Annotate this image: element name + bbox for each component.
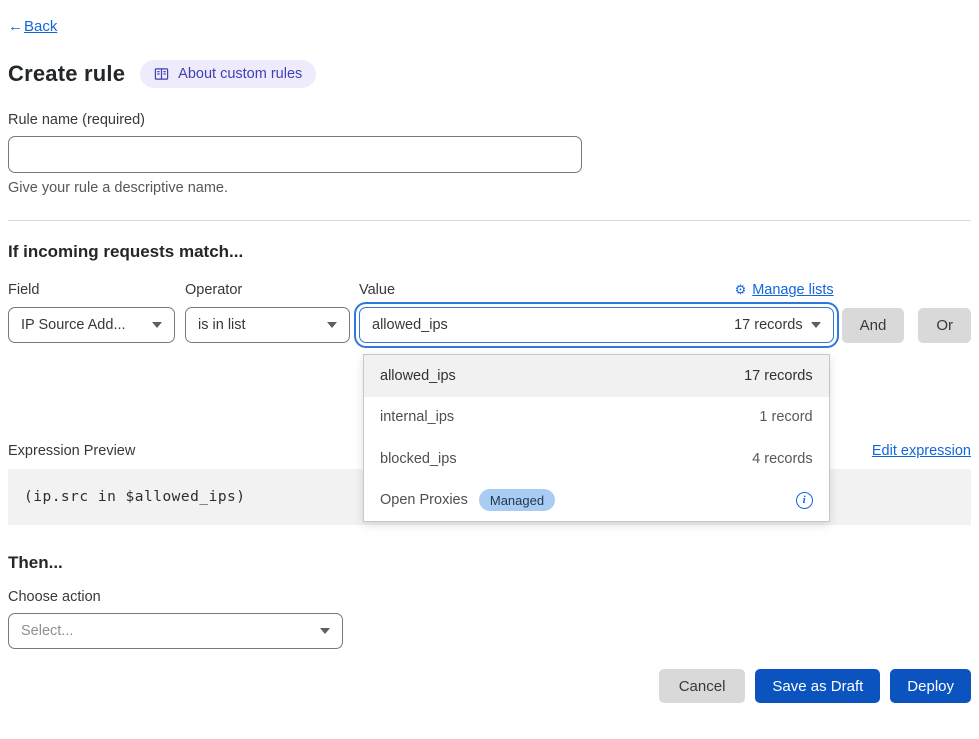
back-link[interactable]: ←Back: [8, 18, 57, 35]
value-select-meta: 17 records: [734, 317, 803, 333]
list-option-meta: 4 records: [752, 451, 812, 467]
match-row: Field IP Source Add... Operator is in li…: [8, 282, 971, 343]
manage-lists-label: Manage lists: [752, 282, 833, 298]
list-option-open-proxies[interactable]: Open Proxies Managed i: [364, 480, 829, 522]
about-badge-label: About custom rules: [178, 66, 302, 82]
value-label-row: Value ⚙ Manage lists: [359, 282, 834, 298]
save-as-draft-button[interactable]: Save as Draft: [755, 669, 880, 703]
edit-expression-link[interactable]: Edit expression: [872, 443, 971, 459]
section-divider: [8, 220, 971, 221]
expression-preview-label: Expression Preview: [8, 443, 135, 459]
gear-icon: ⚙: [735, 282, 747, 298]
list-option-name: blocked_ips: [380, 451, 457, 467]
back-label: Back: [24, 18, 57, 35]
list-dropdown-menu: allowed_ips 17 records internal_ips 1 re…: [363, 354, 830, 522]
choose-action-label: Choose action: [8, 589, 971, 605]
value-label: Value: [359, 282, 395, 298]
list-option-blocked-ips[interactable]: blocked_ips 4 records: [364, 438, 829, 480]
list-option-name: allowed_ips: [380, 368, 456, 384]
action-select-placeholder: Select...: [21, 623, 73, 639]
list-option-name: Open Proxies: [380, 492, 468, 508]
list-option-name: internal_ips: [380, 409, 454, 425]
chevron-down-icon: [811, 322, 821, 328]
info-icon[interactable]: i: [796, 492, 813, 509]
page-title: Create rule: [8, 61, 125, 87]
chevron-down-icon: [327, 322, 337, 328]
operator-label: Operator: [185, 282, 350, 298]
value-select-value: allowed_ips: [372, 317, 448, 333]
field-select[interactable]: IP Source Add...: [8, 307, 175, 343]
manage-lists-link[interactable]: ⚙ Manage lists: [735, 282, 834, 298]
action-select[interactable]: Select...: [8, 613, 343, 649]
and-button[interactable]: And: [842, 308, 905, 343]
back-row: ←Back: [8, 18, 971, 35]
value-select[interactable]: allowed_ips 17 records: [359, 307, 834, 343]
match-heading: If incoming requests match...: [8, 242, 971, 262]
title-row: Create rule About custom rules: [8, 60, 971, 88]
chevron-down-icon: [152, 322, 162, 328]
list-option-allowed-ips[interactable]: allowed_ips 17 records: [364, 355, 829, 397]
list-option-meta: 17 records: [744, 368, 813, 384]
field-label: Field: [8, 282, 175, 298]
back-arrow-icon: ←: [8, 18, 23, 35]
field-select-value: IP Source Add...: [21, 317, 126, 333]
connector-buttons: And Or: [842, 308, 971, 343]
or-button[interactable]: Or: [918, 308, 971, 343]
list-option-meta: 1 record: [759, 409, 812, 425]
then-heading: Then...: [8, 553, 971, 573]
list-option-internal-ips[interactable]: internal_ips 1 record: [364, 397, 829, 439]
chevron-down-icon: [320, 628, 330, 634]
operator-select-value: is in list: [198, 317, 246, 333]
book-icon: [154, 67, 169, 81]
field-column: Field IP Source Add...: [8, 282, 175, 343]
operator-select[interactable]: is in list: [185, 307, 350, 343]
deploy-button[interactable]: Deploy: [890, 669, 971, 703]
cancel-button[interactable]: Cancel: [659, 669, 746, 703]
footer-actions: Cancel Save as Draft Deploy: [8, 669, 971, 703]
operator-column: Operator is in list: [185, 282, 350, 343]
about-custom-rules-link[interactable]: About custom rules: [140, 60, 316, 88]
managed-badge: Managed: [479, 489, 555, 511]
rule-name-helper: Give your rule a descriptive name.: [8, 180, 971, 196]
rule-name-label: Rule name (required): [8, 112, 145, 128]
edit-expression-label: Edit expression: [872, 443, 971, 459]
create-rule-page: ←Back Create rule About custom rules Rul…: [0, 0, 979, 703]
rule-name-input[interactable]: [8, 136, 582, 173]
rule-name-section: Rule name (required) Give your rule a de…: [8, 112, 971, 196]
value-column: Value ⚙ Manage lists allowed_ips 17 reco…: [359, 282, 834, 343]
value-select-wrap: allowed_ips 17 records allowed_ips 17 re…: [359, 307, 834, 343]
